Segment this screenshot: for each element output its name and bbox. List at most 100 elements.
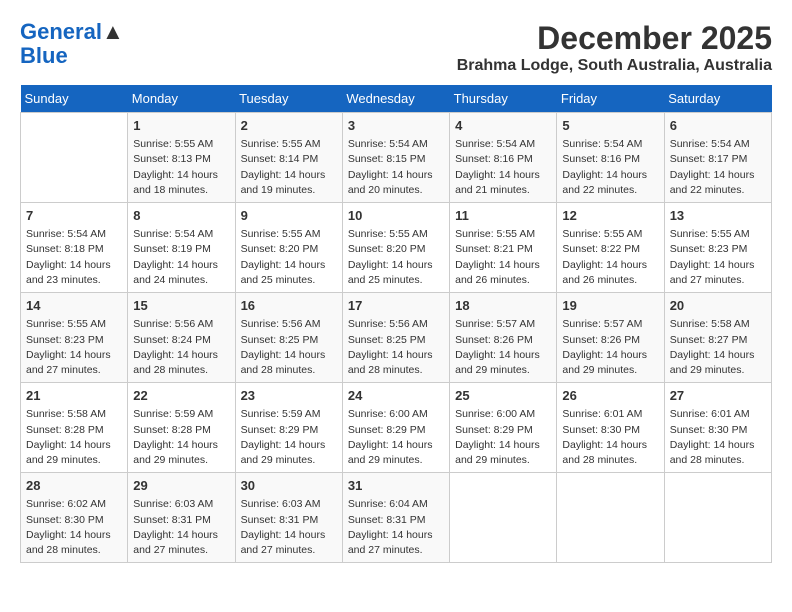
day-cell: 14 Sunrise: 5:55 AMSunset: 8:23 PMDayligh… [21,293,128,383]
day-number: 18 [455,297,551,315]
day-cell: 27Sunrise: 6:01 AMSunset: 8:30 PMDayligh… [664,383,771,473]
calendar-table: SundayMondayTuesdayWednesdayThursdayFrid… [20,85,772,563]
day-cell: 25Sunrise: 6:00 AMSunset: 8:29 PMDayligh… [450,383,557,473]
day-detail: Sunrise: 5:59 AMSunset: 8:28 PMDaylight:… [133,407,229,468]
day-cell: 6 Sunrise: 5:54 AMSunset: 8:17 PMDaylight… [664,113,771,203]
weekday-header-thursday: Thursday [450,85,557,113]
day-number: 8 [133,207,229,225]
day-detail: Sunrise: 5:55 AMSunset: 8:13 PMDaylight:… [133,137,229,198]
logo: General▲Blue [20,20,124,68]
week-row-5: 28Sunrise: 6:02 AMSunset: 8:30 PMDayligh… [21,473,772,563]
day-number: 20 [670,297,766,315]
day-cell: 23Sunrise: 5:59 AMSunset: 8:29 PMDayligh… [235,383,342,473]
day-detail: Sunrise: 5:54 AMSunset: 8:18 PMDaylight:… [26,227,122,288]
day-cell: 16 Sunrise: 5:56 AMSunset: 8:25 PMDayligh… [235,293,342,383]
day-number: 2 [241,117,337,135]
day-number: 6 [670,117,766,135]
day-number: 16 [241,297,337,315]
day-detail: Sunrise: 5:55 AMSunset: 8:21 PMDaylight:… [455,227,551,288]
day-cell: 13Sunrise: 5:55 AMSunset: 8:23 PMDayligh… [664,203,771,293]
page-header: General▲Blue December 2025 Brahma Lodge,… [20,20,772,75]
day-detail: Sunrise: 5:56 AMSunset: 8:25 PMDaylight:… [241,317,337,378]
day-number: 12 [562,207,658,225]
day-cell: 28Sunrise: 6:02 AMSunset: 8:30 PMDayligh… [21,473,128,563]
day-detail: Sunrise: 5:56 AMSunset: 8:25 PMDaylight:… [348,317,444,378]
day-cell: 26 Sunrise: 6:01 AMSunset: 8:30 PMDayligh… [557,383,664,473]
day-cell: 2 Sunrise: 5:55 AMSunset: 8:14 PMDaylight… [235,113,342,203]
day-number: 28 [26,477,122,495]
day-cell: 19 Sunrise: 5:57 AMSunset: 8:26 PMDayligh… [557,293,664,383]
day-cell [21,113,128,203]
day-cell: 12 Sunrise: 5:55 AMSunset: 8:22 PMDayligh… [557,203,664,293]
day-cell [450,473,557,563]
day-cell: 22Sunrise: 5:59 AMSunset: 8:28 PMDayligh… [128,383,235,473]
weekday-header-saturday: Saturday [664,85,771,113]
day-number: 26 [562,387,658,405]
day-detail: Sunrise: 5:54 AMSunset: 8:15 PMDaylight:… [348,137,444,198]
day-number: 29 [133,477,229,495]
week-row-3: 14 Sunrise: 5:55 AMSunset: 8:23 PMDayligh… [21,293,772,383]
day-detail: Sunrise: 5:55 AMSunset: 8:14 PMDaylight:… [241,137,337,198]
day-detail: Sunrise: 5:54 AMSunset: 8:19 PMDaylight:… [133,227,229,288]
day-number: 19 [562,297,658,315]
day-cell: 1 Sunrise: 5:55 AMSunset: 8:13 PMDaylight… [128,113,235,203]
title-section: December 2025 Brahma Lodge, South Austra… [457,20,772,75]
day-number: 11 [455,207,551,225]
day-cell: 15 Sunrise: 5:56 AMSunset: 8:24 PMDayligh… [128,293,235,383]
week-row-2: 7 Sunrise: 5:54 AMSunset: 8:18 PMDaylight… [21,203,772,293]
day-number: 14 [26,297,122,315]
weekday-header-sunday: Sunday [21,85,128,113]
day-cell: 29 Sunrise: 6:03 AMSunset: 8:31 PMDayligh… [128,473,235,563]
week-row-1: 1 Sunrise: 5:55 AMSunset: 8:13 PMDaylight… [21,113,772,203]
day-cell: 9 Sunrise: 5:55 AMSunset: 8:20 PMDaylight… [235,203,342,293]
day-detail: Sunrise: 5:58 AMSunset: 8:27 PMDaylight:… [670,317,766,378]
day-detail: Sunrise: 5:58 AMSunset: 8:28 PMDaylight:… [26,407,122,468]
day-cell: 4 Sunrise: 5:54 AMSunset: 8:16 PMDaylight… [450,113,557,203]
day-number: 21 [26,387,122,405]
day-cell: 18 Sunrise: 5:57 AMSunset: 8:26 PMDayligh… [450,293,557,383]
day-cell: 5Sunrise: 5:54 AMSunset: 8:16 PMDaylight… [557,113,664,203]
day-detail: Sunrise: 5:55 AMSunset: 8:23 PMDaylight:… [26,317,122,378]
day-cell: 31 Sunrise: 6:04 AMSunset: 8:31 PMDayligh… [342,473,449,563]
day-detail: Sunrise: 6:00 AMSunset: 8:29 PMDaylight:… [348,407,444,468]
month-title: December 2025 [457,20,772,57]
location-title: Brahma Lodge, South Australia, Australia [457,57,772,75]
day-cell: 8 Sunrise: 5:54 AMSunset: 8:19 PMDaylight… [128,203,235,293]
day-number: 17 [348,297,444,315]
day-cell: 21 Sunrise: 5:58 AMSunset: 8:28 PMDayligh… [21,383,128,473]
day-detail: Sunrise: 6:03 AMSunset: 8:31 PMDaylight:… [133,497,229,558]
day-detail: Sunrise: 6:03 AMSunset: 8:31 PMDaylight:… [241,497,337,558]
week-row-4: 21 Sunrise: 5:58 AMSunset: 8:28 PMDayligh… [21,383,772,473]
day-number: 7 [26,207,122,225]
day-cell: 7 Sunrise: 5:54 AMSunset: 8:18 PMDaylight… [21,203,128,293]
day-detail: Sunrise: 5:57 AMSunset: 8:26 PMDaylight:… [455,317,551,378]
day-detail: Sunrise: 5:54 AMSunset: 8:16 PMDaylight:… [455,137,551,198]
weekday-header-tuesday: Tuesday [235,85,342,113]
day-cell: 30 Sunrise: 6:03 AMSunset: 8:31 PMDayligh… [235,473,342,563]
day-detail: Sunrise: 5:57 AMSunset: 8:26 PMDaylight:… [562,317,658,378]
day-detail: Sunrise: 5:59 AMSunset: 8:29 PMDaylight:… [241,407,337,468]
day-detail: Sunrise: 5:54 AMSunset: 8:16 PMDaylight:… [562,137,658,198]
weekday-header-monday: Monday [128,85,235,113]
day-cell: 10Sunrise: 5:55 AMSunset: 8:20 PMDayligh… [342,203,449,293]
day-cell [664,473,771,563]
day-number: 15 [133,297,229,315]
day-detail: Sunrise: 5:55 AMSunset: 8:22 PMDaylight:… [562,227,658,288]
day-number: 4 [455,117,551,135]
day-number: 27 [670,387,766,405]
day-detail: Sunrise: 5:55 AMSunset: 8:20 PMDaylight:… [241,227,337,288]
day-number: 31 [348,477,444,495]
day-number: 24 [348,387,444,405]
day-detail: Sunrise: 6:01 AMSunset: 8:30 PMDaylight:… [562,407,658,468]
day-cell: 17 Sunrise: 5:56 AMSunset: 8:25 PMDayligh… [342,293,449,383]
day-detail: Sunrise: 5:56 AMSunset: 8:24 PMDaylight:… [133,317,229,378]
day-number: 1 [133,117,229,135]
day-number: 25 [455,387,551,405]
day-detail: Sunrise: 6:04 AMSunset: 8:31 PMDaylight:… [348,497,444,558]
day-number: 9 [241,207,337,225]
day-detail: Sunrise: 5:54 AMSunset: 8:17 PMDaylight:… [670,137,766,198]
day-cell: 3Sunrise: 5:54 AMSunset: 8:15 PMDaylight… [342,113,449,203]
day-number: 30 [241,477,337,495]
day-cell: 24 Sunrise: 6:00 AMSunset: 8:29 PMDayligh… [342,383,449,473]
day-cell: 11 Sunrise: 5:55 AMSunset: 8:21 PMDayligh… [450,203,557,293]
